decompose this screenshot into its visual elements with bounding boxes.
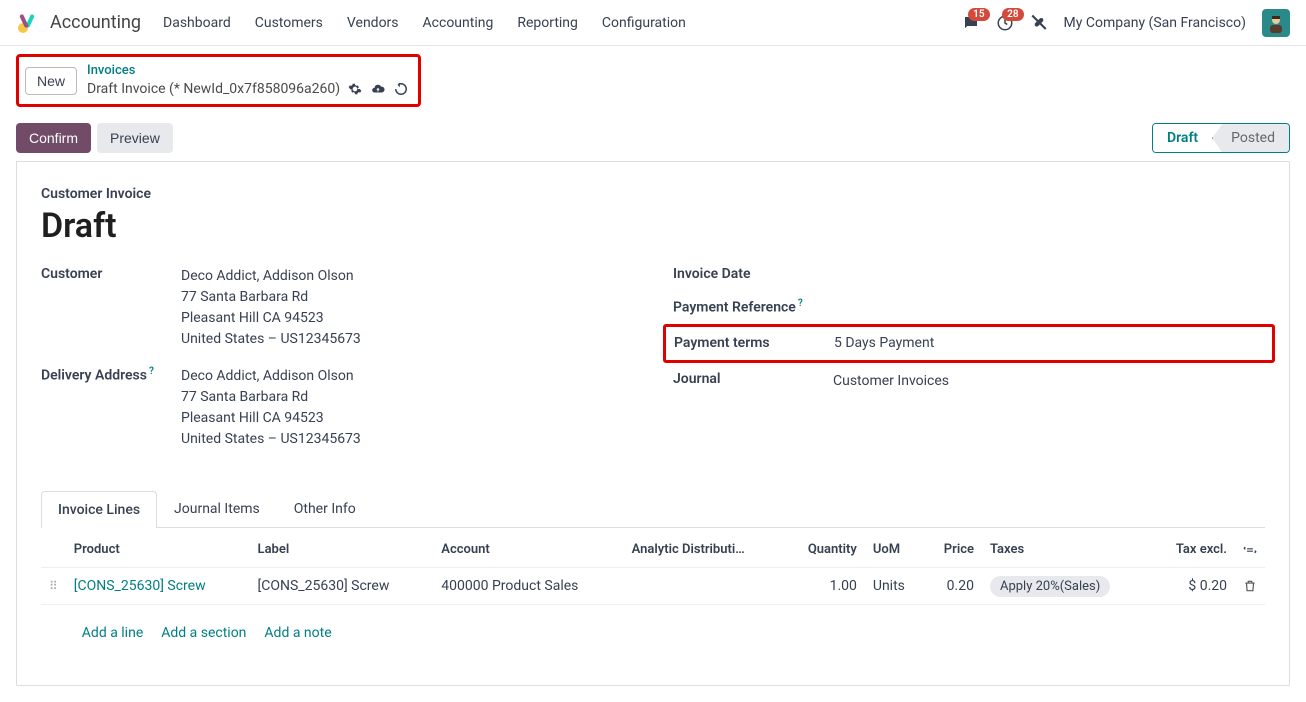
action-row: Confirm Preview Draft Posted (0, 115, 1306, 161)
col-account[interactable]: Account (433, 532, 623, 568)
col-taxes[interactable]: Taxes (982, 532, 1151, 568)
col-quantity[interactable]: Quantity (784, 532, 865, 568)
new-button[interactable]: New (25, 67, 77, 95)
nav-configuration[interactable]: Configuration (602, 15, 686, 31)
journal-label: Journal (673, 371, 833, 387)
payment-reference-label: Payment Reference? (673, 298, 833, 316)
invoice-date-label: Invoice Date (673, 266, 833, 282)
payment-terms-label: Payment terms (674, 335, 834, 351)
col-options-icon[interactable] (1235, 532, 1265, 568)
table-row[interactable]: ⠿ [CONS_25630] Screw [CONS_25630] Screw … (41, 568, 1265, 605)
cell-analytic[interactable] (624, 568, 784, 605)
top-nav: Accounting Dashboard Customers Vendors A… (0, 0, 1306, 46)
cell-uom[interactable]: Units (865, 568, 925, 605)
nav-customers[interactable]: Customers (255, 15, 323, 31)
breadcrumb-parent[interactable]: Invoices (87, 63, 408, 80)
nav-reporting[interactable]: Reporting (517, 15, 578, 31)
tab-journal-items[interactable]: Journal Items (157, 490, 277, 527)
invoice-lines-table: Product Label Account Analytic Distribut… (41, 532, 1265, 661)
nav-dashboard[interactable]: Dashboard (163, 15, 231, 31)
cell-qty[interactable]: 1.00 (784, 568, 865, 605)
confirm-button[interactable]: Confirm (16, 123, 91, 153)
col-price[interactable]: Price (925, 532, 982, 568)
journal-value[interactable]: Customer Invoices (833, 371, 949, 392)
cell-product[interactable]: [CONS_25630] Screw (74, 578, 206, 594)
company-selector[interactable]: My Company (San Francisco) (1064, 15, 1246, 31)
cell-account[interactable]: 400000 Product Sales (433, 568, 623, 605)
customer-label: Customer (41, 266, 181, 282)
preview-button[interactable]: Preview (97, 123, 173, 153)
form-sheet: Customer Invoice Draft Customer Deco Add… (16, 161, 1290, 686)
nav-vendors[interactable]: Vendors (347, 15, 399, 31)
status-bar: Draft Posted (1152, 123, 1290, 153)
cell-tax[interactable]: Apply 20%(Sales) (990, 576, 1110, 597)
breadcrumb-current-text: Draft Invoice (* NewId_0x7f858096a260) (87, 80, 340, 98)
col-taxexcl[interactable]: Tax excl. (1151, 532, 1235, 568)
cell-taxexcl: $ 0.20 (1151, 568, 1235, 605)
add-note-link[interactable]: Add a note (264, 625, 331, 641)
breadcrumb-row: New Invoices Draft Invoice (* NewId_0x7f… (0, 46, 1306, 115)
nav-accounting[interactable]: Accounting (423, 15, 494, 31)
col-product[interactable]: Product (66, 532, 250, 568)
tab-invoice-lines[interactable]: Invoice Lines (41, 491, 157, 528)
status-draft[interactable]: Draft (1153, 124, 1212, 152)
col-uom[interactable]: UoM (865, 532, 925, 568)
messages-badge: 15 (968, 8, 989, 21)
delete-row-icon[interactable] (1243, 579, 1257, 593)
user-avatar[interactable] (1262, 9, 1290, 37)
help-icon[interactable]: ? (798, 298, 803, 309)
payment-terms-value[interactable]: 5 Days Payment (834, 333, 934, 354)
col-label[interactable]: Label (250, 532, 434, 568)
form-tabs: Invoice Lines Journal Items Other Info (41, 490, 1265, 528)
delivery-value[interactable]: Deco Addict, Addison Olson 77 Santa Barb… (181, 366, 361, 450)
help-icon[interactable]: ? (149, 366, 154, 377)
drag-handle-icon[interactable]: ⠿ (49, 579, 58, 593)
gear-icon[interactable] (348, 82, 362, 96)
add-section-link[interactable]: Add a section (161, 625, 246, 641)
cell-label[interactable]: [CONS_25630] Screw (250, 568, 434, 605)
app-logo-icon (16, 11, 40, 35)
cell-price[interactable]: 0.20 (925, 568, 982, 605)
sheet-subtitle: Customer Invoice (41, 186, 1265, 202)
cloud-upload-icon[interactable] (370, 82, 386, 96)
discard-icon[interactable] (394, 82, 408, 96)
delivery-label: Delivery Address? (41, 366, 181, 384)
status-posted[interactable]: Posted (1212, 124, 1289, 152)
activities-icon[interactable]: 28 (996, 14, 1014, 32)
messages-icon[interactable]: 15 (962, 14, 980, 32)
sheet-title: Draft (41, 206, 1265, 246)
activities-badge: 28 (1002, 8, 1023, 21)
add-line-link[interactable]: Add a line (82, 625, 143, 641)
tab-other-info[interactable]: Other Info (277, 490, 373, 527)
col-analytic[interactable]: Analytic Distributi… (624, 532, 784, 568)
app-name[interactable]: Accounting (50, 12, 141, 33)
nav-menu: Dashboard Customers Vendors Accounting R… (163, 15, 686, 31)
tools-icon[interactable] (1030, 14, 1048, 32)
breadcrumb-current: Draft Invoice (* NewId_0x7f858096a260) (87, 80, 408, 98)
customer-value[interactable]: Deco Addict, Addison Olson 77 Santa Barb… (181, 266, 361, 350)
